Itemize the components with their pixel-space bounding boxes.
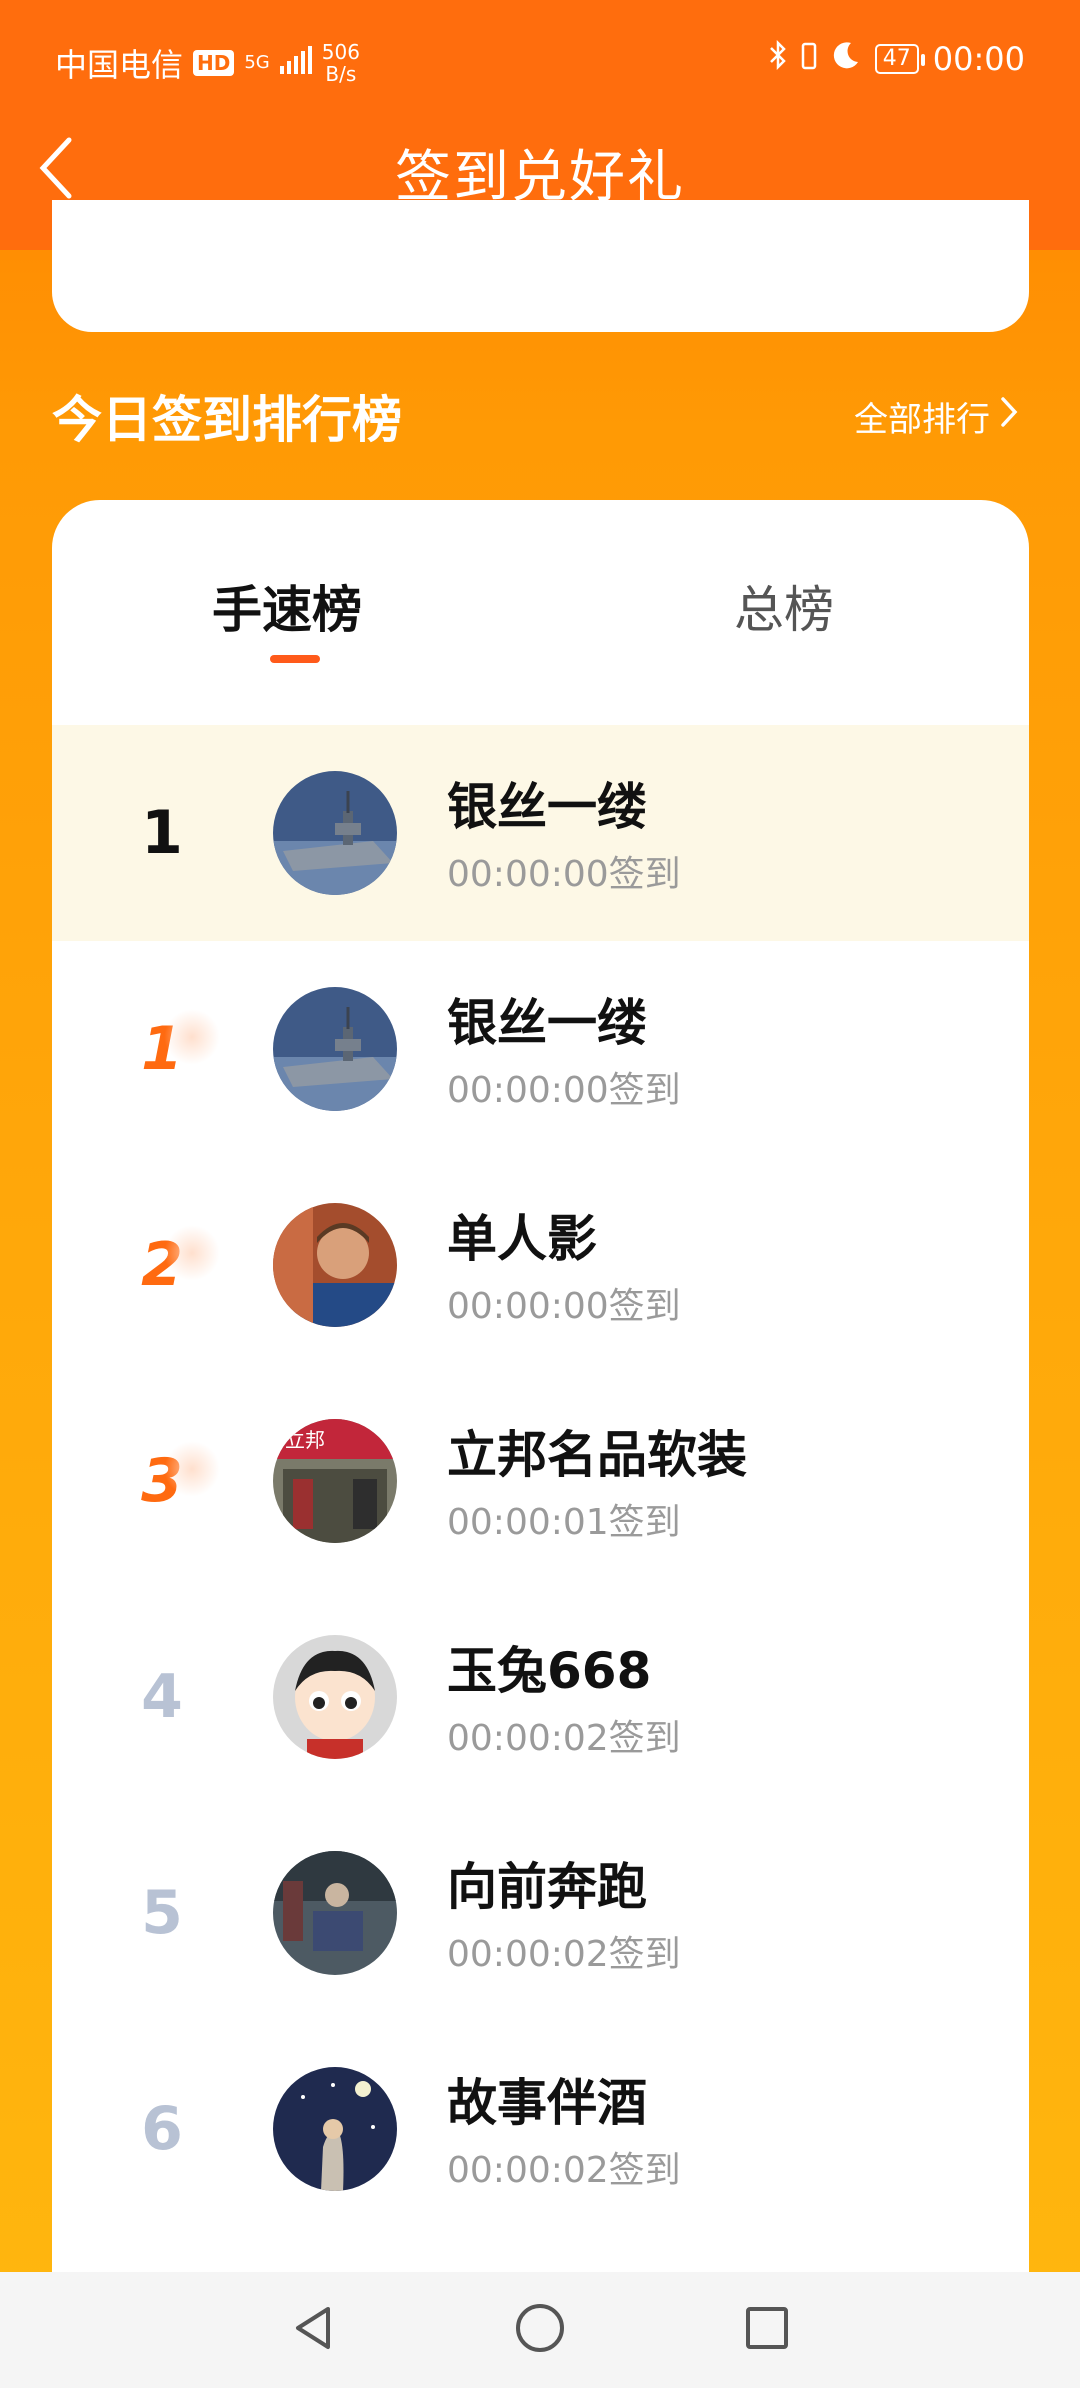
user-name: 故事伴酒 xyxy=(447,2074,647,2132)
rank-number: 4 xyxy=(141,1662,183,1732)
bluetooth-icon xyxy=(769,39,787,78)
clock: 00:00 xyxy=(932,40,1025,78)
signin-time: 00:00:00签到 xyxy=(447,1286,681,1327)
top-card xyxy=(52,200,1029,332)
status-bar-right: 47 00:00 xyxy=(769,39,1025,78)
avatar xyxy=(273,987,397,1111)
tab-speed-rank[interactable]: 手速榜 xyxy=(212,570,362,642)
signin-time: 00:00:02签到 xyxy=(447,2150,681,2191)
nav-recent-button[interactable] xyxy=(732,2295,802,2365)
signin-time: 00:00:00签到 xyxy=(447,1070,681,1111)
all-rank-link[interactable]: 全部排行 xyxy=(854,392,1018,441)
user-name: 银丝一缕 xyxy=(447,778,647,836)
rank-number: 1 xyxy=(141,798,183,868)
signin-time: 00:00:01签到 xyxy=(447,1502,681,1543)
rank-medal: 1 xyxy=(112,941,220,1157)
tab-total-rank[interactable]: 总榜 xyxy=(734,570,834,642)
list-item[interactable]: 1 银丝一缕 00:00:00签到 xyxy=(52,941,1029,1157)
my-rank-row[interactable]: 1 银丝一缕 00:00:00签到 xyxy=(52,725,1029,941)
ranking-card: 手速榜 总榜 1 银丝一缕 00:00:00签到 1 银丝一缕 00:00:00… xyxy=(52,500,1029,2388)
section-title: 今日签到排行榜 xyxy=(52,391,402,449)
net-speed-unit: B/s xyxy=(325,62,357,86)
avatar xyxy=(273,1635,397,1759)
rank-number: 6 xyxy=(141,2094,183,2164)
list-item[interactable]: 3 立邦 立邦名品软装 00:00:01签到 xyxy=(52,1373,1029,1589)
system-nav-bar xyxy=(0,2272,1080,2388)
list-item[interactable]: 2 单人影 00:00:00签到 xyxy=(52,1157,1029,1373)
status-bar-left: 中国电信 HD 5G 506 B/s xyxy=(55,40,360,86)
signin-time: 00:00:00签到 xyxy=(447,854,681,895)
user-name: 银丝一缕 xyxy=(447,994,647,1052)
user-name: 立邦名品软装 xyxy=(447,1426,747,1484)
user-name: 向前奔跑 xyxy=(447,1858,647,1916)
carrier-label: 中国电信 xyxy=(55,46,184,84)
list-item[interactable]: 4 玉兔668 00:00:02签到 xyxy=(52,1589,1029,1805)
signal-bars-icon xyxy=(279,44,312,82)
rank-number: 5 xyxy=(141,1878,183,1948)
avatar xyxy=(273,771,397,895)
list-item[interactable]: 6 故事伴酒 00:00:02签到 xyxy=(52,2021,1029,2237)
battery-indicator: 47 xyxy=(874,44,925,74)
nav-back-button[interactable] xyxy=(278,2295,348,2365)
circle-home-icon xyxy=(513,2301,567,2359)
vibrate-icon xyxy=(801,40,817,78)
rank-medal: 2 xyxy=(112,1157,220,1373)
list-item[interactable]: 5 向前奔跑 00:00:02签到 xyxy=(52,1805,1029,2021)
net-speed: 506 B/s xyxy=(322,41,360,85)
nav-home-button[interactable] xyxy=(505,2295,575,2365)
moon-icon xyxy=(831,40,861,78)
avatar xyxy=(273,2067,397,2191)
triangle-back-icon xyxy=(288,2303,338,2357)
rank-medal: 3 xyxy=(112,1373,220,1589)
avatar xyxy=(273,1203,397,1327)
chevron-right-icon xyxy=(1000,396,1018,437)
signin-time: 00:00:02签到 xyxy=(447,1934,681,1975)
hd-badge: HD xyxy=(193,50,235,76)
avatar: 立邦 xyxy=(273,1419,397,1543)
ranking-tabs: 手速榜 总榜 xyxy=(52,500,1029,700)
signin-time: 00:00:02签到 xyxy=(447,1718,681,1759)
user-name: 玉兔668 xyxy=(447,1642,652,1700)
avatar xyxy=(273,1851,397,1975)
user-name: 单人影 xyxy=(447,1210,597,1268)
network-signal: 5G xyxy=(244,52,270,73)
net-speed-value: 506 xyxy=(321,40,360,64)
square-recent-icon xyxy=(742,2303,792,2357)
active-tab-indicator xyxy=(270,655,320,663)
avatar-signage-text: 立邦 xyxy=(285,1428,325,1452)
all-rank-label: 全部排行 xyxy=(854,400,990,440)
